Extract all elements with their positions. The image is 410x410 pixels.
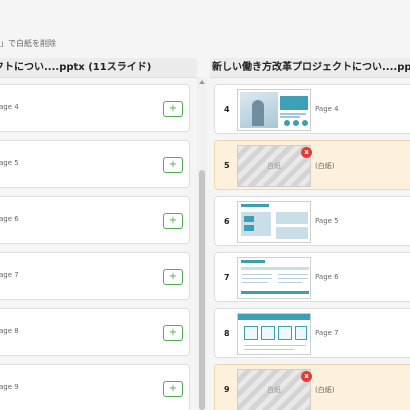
slide-number: 4 — [224, 105, 230, 114]
text-line — [242, 278, 272, 279]
feature-tile — [278, 326, 292, 340]
right-panel-title: 新しい働き方改革プロジェクトについ....pptx (11ス — [210, 58, 410, 78]
text-line — [278, 278, 308, 279]
page-label: Page 4 — [315, 105, 339, 113]
list-item[interactable]: age 6 + — [0, 196, 190, 244]
blank-slide-thumbnail[interactable]: 白紙 — [237, 145, 311, 187]
scrollbar-thumb[interactable] — [199, 170, 205, 410]
text-line — [278, 274, 308, 275]
slide-thumbnail[interactable] — [237, 89, 311, 131]
page-label: age 7 — [0, 271, 19, 279]
page-label: age 8 — [0, 327, 19, 335]
list-item[interactable]: 5 白紙 x (白紙) — [214, 140, 410, 190]
right-slide-list[interactable]: 4 Page 4 5 白紙 x (白紙) 6 Page 5 7 Page 6 8… — [210, 78, 410, 410]
stat-block — [244, 225, 254, 231]
text-line — [278, 282, 302, 283]
delete-slide-button[interactable]: x — [301, 147, 312, 158]
left-slide-list[interactable]: age 4 + age 5 + age 6 + age 7 + age 8 + … — [0, 78, 196, 410]
add-slide-button[interactable]: + — [163, 213, 183, 229]
text-line — [242, 274, 272, 275]
add-slide-button[interactable]: + — [163, 157, 183, 173]
add-slide-button[interactable]: + — [163, 325, 183, 341]
page-label: Page 5 — [315, 217, 339, 225]
page-label: (白紙) — [315, 162, 335, 170]
scroll-up-arrow-icon[interactable] — [199, 80, 205, 84]
slide-title-bar — [241, 260, 265, 263]
add-slide-button[interactable]: + — [163, 101, 183, 117]
chart-panel — [276, 212, 308, 224]
add-slide-button[interactable]: + — [163, 269, 183, 285]
stat-block — [244, 216, 254, 222]
dot-icon — [302, 120, 308, 126]
slide-title-box — [280, 96, 308, 110]
dot-icon — [284, 120, 290, 126]
slide-thumbnail[interactable] — [237, 313, 311, 355]
footer-band — [241, 291, 309, 294]
text-line — [280, 113, 306, 115]
slide-number: 8 — [224, 329, 230, 338]
hint-text: 」で白紙を削除 — [0, 39, 56, 48]
list-item[interactable]: 7 Page 6 — [214, 252, 410, 302]
slide-number: 5 — [224, 161, 230, 170]
list-item[interactable]: age 9 + — [0, 364, 190, 410]
scrollbar[interactable] — [197, 78, 207, 410]
list-item[interactable]: age 7 + — [0, 252, 190, 300]
text-line — [244, 345, 306, 346]
chart-panel — [276, 227, 308, 239]
dot-icon — [293, 120, 299, 126]
slide-thumbnail[interactable] — [237, 257, 311, 299]
list-item[interactable]: age 8 + — [0, 308, 190, 356]
add-slide-button[interactable]: + — [163, 381, 183, 397]
blank-thumb-text: 白紙 — [267, 162, 281, 170]
left-panel-title: クトについ....pptx (11スライド) — [0, 58, 197, 78]
slide-header-band — [238, 314, 310, 320]
slide-title-bar — [241, 204, 269, 207]
list-item[interactable]: 8 Page 7 — [214, 308, 410, 358]
slide-thumbnail[interactable] — [237, 201, 311, 243]
text-line — [244, 349, 294, 350]
page-label: age 6 — [0, 215, 19, 223]
person-icon — [252, 100, 264, 126]
slide-number: 7 — [224, 273, 230, 282]
page-label: age 9 — [0, 383, 19, 391]
slide-number: 6 — [224, 217, 230, 226]
text-line — [280, 116, 300, 118]
list-item[interactable]: 9 白紙 x (白紙) — [214, 364, 410, 410]
page-label: (白紙) — [315, 386, 335, 394]
feature-tile — [295, 326, 307, 340]
page-label: age 5 — [0, 159, 19, 167]
text-line — [242, 282, 268, 283]
page-label: Page 7 — [315, 329, 339, 337]
list-item[interactable]: age 5 + — [0, 140, 190, 188]
delete-slide-button[interactable]: x — [301, 371, 312, 382]
page-label: age 4 — [0, 103, 19, 111]
slide-number: 9 — [224, 385, 230, 394]
blank-slide-thumbnail[interactable]: 白紙 — [237, 369, 311, 410]
header-band — [241, 267, 309, 270]
blank-thumb-text: 白紙 — [267, 386, 281, 394]
list-item[interactable]: age 4 + — [0, 84, 190, 132]
page-label: Page 6 — [315, 273, 339, 281]
feature-tile — [244, 326, 258, 340]
feature-tile — [261, 326, 275, 340]
list-item[interactable]: 4 Page 4 — [214, 84, 410, 134]
list-item[interactable]: 6 Page 5 — [214, 196, 410, 246]
